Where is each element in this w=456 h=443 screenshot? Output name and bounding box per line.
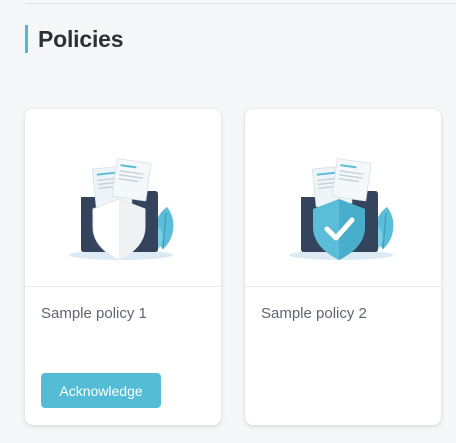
policy-card[interactable]: Sample policy 2 bbox=[245, 109, 441, 425]
policy-illustration bbox=[245, 109, 441, 286]
policy-title[interactable]: Sample policy 1 bbox=[41, 305, 147, 322]
folder-shield-icon bbox=[69, 158, 174, 261]
card-divider bbox=[25, 286, 221, 287]
page-header: Policies bbox=[25, 25, 124, 53]
page-title: Policies bbox=[38, 25, 124, 52]
policy-card[interactable]: Sample policy 1 Acknowledge bbox=[25, 109, 221, 425]
title-accent-bar bbox=[25, 25, 28, 53]
policy-title[interactable]: Sample policy 2 bbox=[261, 305, 367, 322]
acknowledge-button[interactable]: Acknowledge bbox=[41, 373, 161, 408]
card-divider bbox=[245, 286, 441, 287]
folder-shield-check-icon bbox=[289, 158, 394, 260]
header-divider bbox=[25, 3, 456, 4]
policy-illustration bbox=[25, 109, 221, 286]
